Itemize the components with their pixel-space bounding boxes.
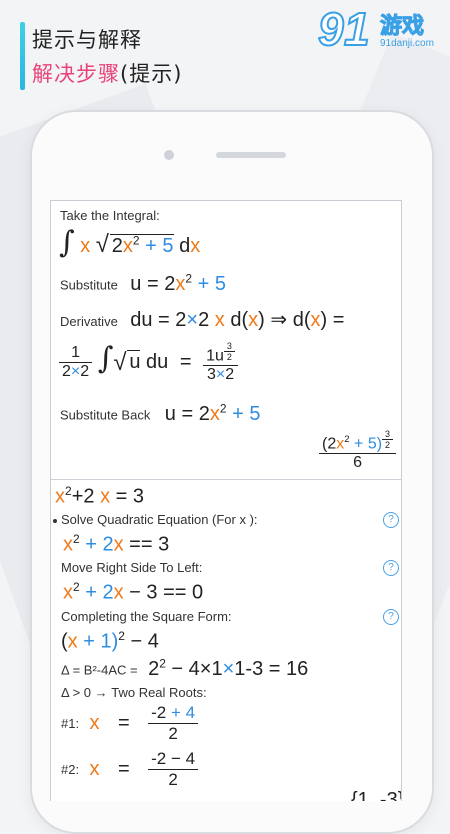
integral-card: Take the Integral: ∫ x √ 2x2 + 5 dx Subst… — [51, 201, 401, 480]
derivative-row: Derivative du = 2×2 x d(x) ⇒ d(x) = — [60, 309, 345, 331]
title-hints: 提示与解释 — [32, 28, 142, 52]
discriminant-row: Δ = B²-4AC = 22 − 4×1×1-3 = 16 — [61, 656, 309, 680]
move-label: Move Right Side To Left: — [61, 560, 203, 575]
header: 提示与解释 解决步骤(提示) 91 游戏 91danji.com — [0, 0, 450, 100]
equation-step1: x2 + 2x == 3 — [63, 532, 170, 556]
root-2: #2: x = -2 − 42 — [61, 749, 199, 790]
substitute-row: Substitute u = 2x2 + 5 — [60, 271, 226, 295]
solution-screen[interactable]: Take the Integral: ∫ x √ 2x2 + 5 dx Subst… — [50, 200, 402, 801]
root-1: #1: x = -2 + 42 — [61, 703, 199, 744]
substitute-back-row: Substitute Back u = 2x2 + 5 — [60, 401, 261, 425]
speaker-grille — [216, 152, 286, 158]
camera-icon — [164, 150, 174, 160]
site-logo: 91 游戏 91danji.com — [317, 2, 434, 56]
take-integral-label: Take the Integral: — [60, 208, 160, 223]
roots-label: Δ > 0 → Two Real Roots: — [61, 685, 207, 700]
integral-result: (2x2 + 5) 3 2 6 — [319, 429, 397, 472]
integral-expression: ∫ x √ 2x2 + 5 dx — [59, 225, 201, 260]
help-icon[interactable]: ? — [383, 560, 399, 576]
quadratic-equation: x2+2 x = 3 — [55, 484, 144, 508]
substituted-integral: 1 2×2 ∫ √ u du = 1u 3 2 3×2 — [59, 341, 238, 384]
title-steps-paren: (提示) — [120, 62, 183, 86]
logo-number: 9 — [317, 2, 345, 56]
logo-text: 游戏 — [379, 14, 425, 40]
square-label: Completing the Square Form: — [61, 609, 232, 624]
solve-label: Solve Quadratic Equation (For x ): — [53, 512, 258, 527]
accent-bar — [20, 22, 25, 90]
title-steps: 解决步骤(提示) — [32, 58, 182, 88]
title-steps-main: 解决步骤 — [32, 62, 120, 86]
square-form: (x + 1)2 − 4 — [61, 629, 159, 653]
help-icon[interactable]: ? — [383, 512, 399, 528]
equation-step2: x2 + 2x − 3 == 0 — [63, 580, 204, 604]
solution-set: {1, -3} — [351, 789, 402, 801]
help-icon[interactable]: ? — [383, 609, 399, 625]
logo-url: 91danji.com — [380, 38, 434, 49]
